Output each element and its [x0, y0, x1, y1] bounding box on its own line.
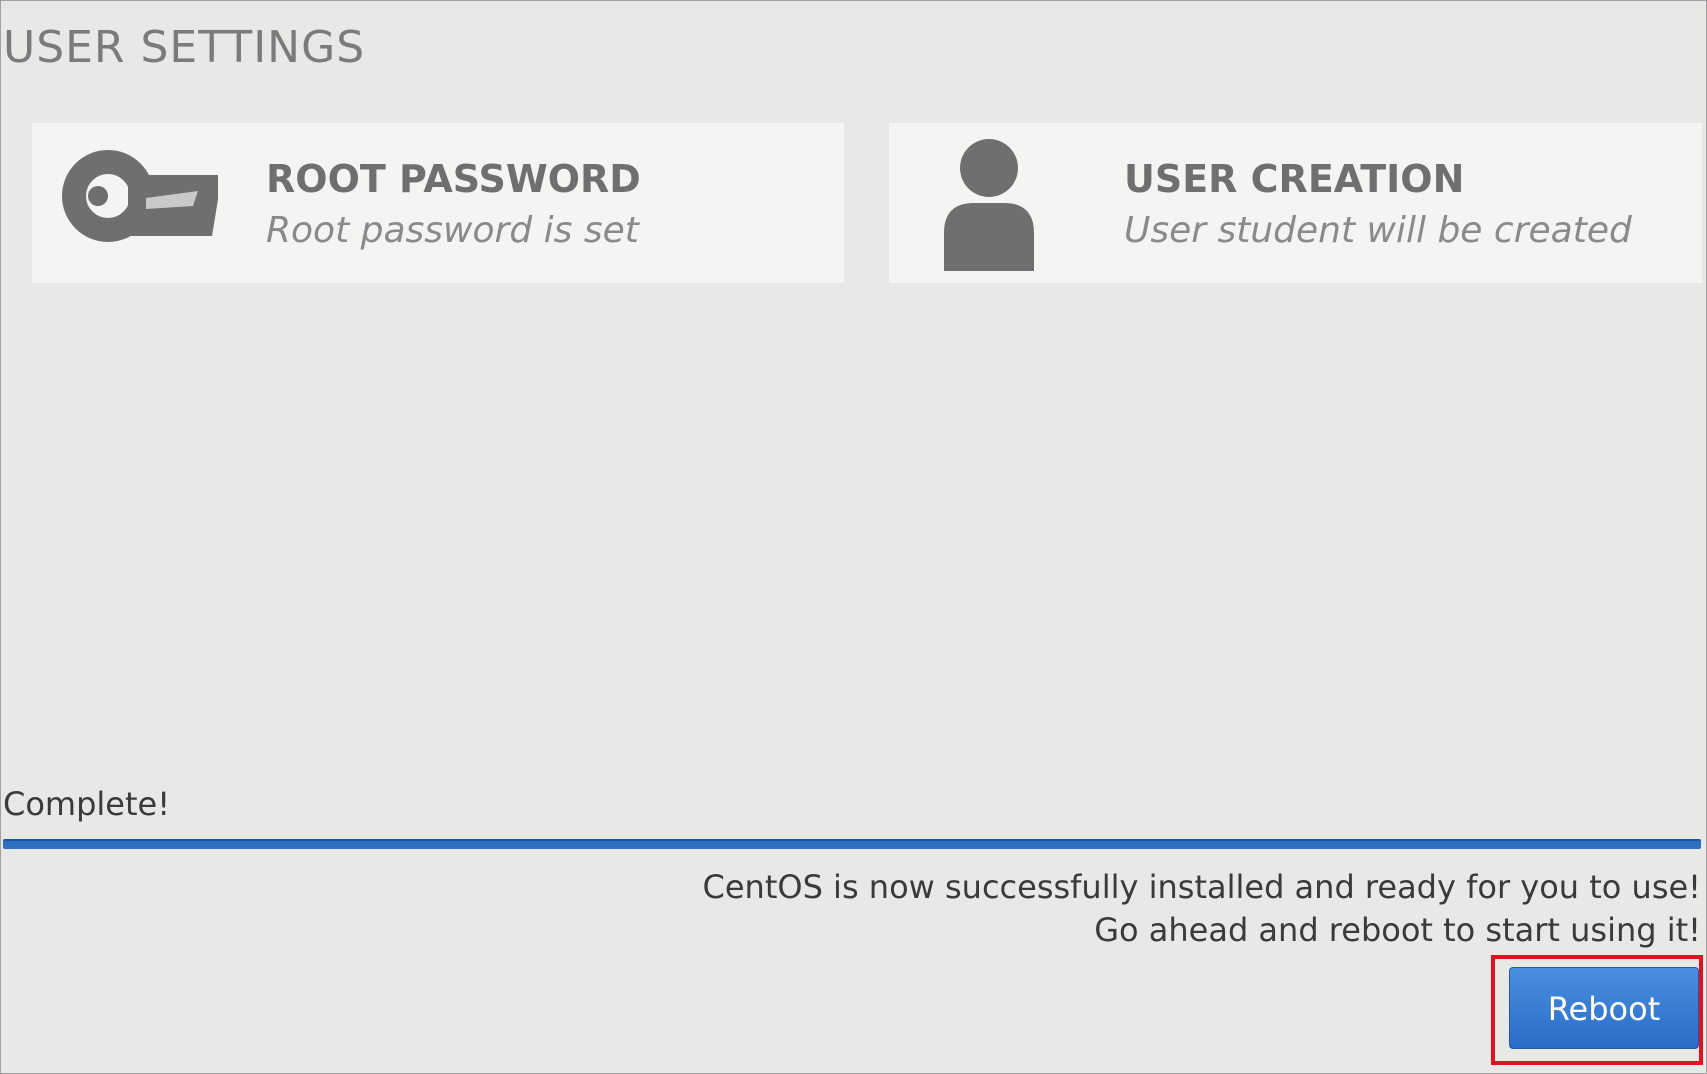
spoke-title: USER CREATION	[1124, 157, 1465, 201]
progress-bar	[3, 839, 1701, 849]
reboot-button[interactable]: Reboot	[1509, 967, 1699, 1049]
spoke-status: Root password is set	[266, 210, 639, 251]
completion-message: CentOS is now successfully installed and…	[703, 866, 1701, 952]
section-title: USER SETTINGS	[3, 22, 366, 73]
spoke-user-creation[interactable]: USER CREATION User student will be creat…	[889, 123, 1702, 283]
spoke-status: User student will be created	[1124, 210, 1632, 251]
completion-message-line: Go ahead and reboot to start using it!	[1094, 911, 1701, 949]
spoke-root-password[interactable]: ROOT PASSWORD Root password is set	[32, 123, 844, 283]
key-icon	[58, 141, 222, 267]
completion-message-line: CentOS is now successfully installed and…	[702, 868, 1701, 906]
progress-label: Complete!	[3, 785, 171, 823]
progress-bar-fill	[3, 839, 1701, 849]
spoke-title: ROOT PASSWORD	[266, 157, 641, 201]
user-icon	[939, 139, 1069, 271]
